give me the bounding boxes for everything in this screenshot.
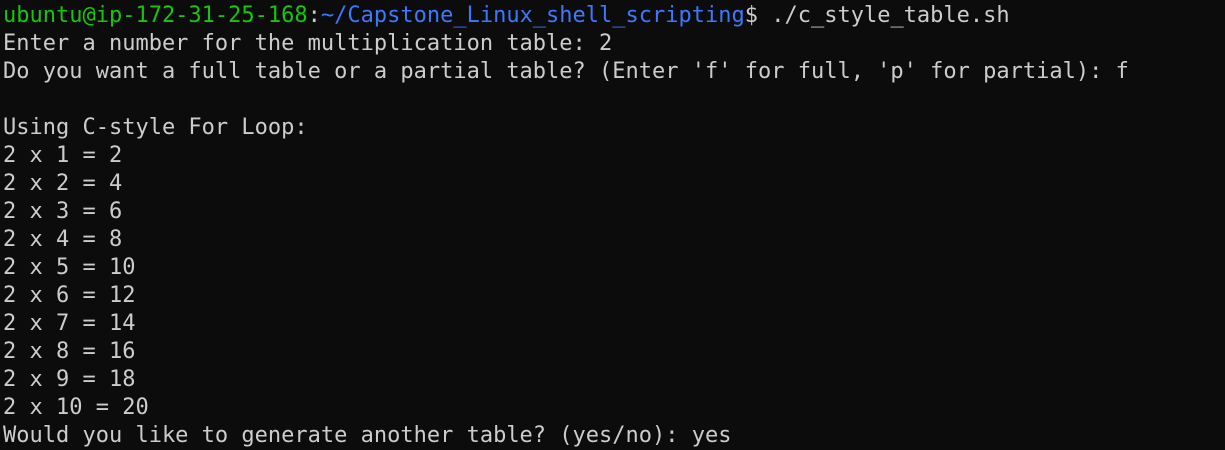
prompt-path: ~/Capstone_Linux_shell_scripting — [320, 3, 745, 28]
prompt-user-host: ubuntu@ip-172-31-25-168 — [3, 3, 308, 28]
number-input-prompt: Enter a number for the multiplication ta… — [3, 31, 600, 56]
again-prompt: Would you like to generate another table… — [3, 423, 692, 448]
loop-heading: Using C-style For Loop: — [3, 115, 308, 140]
table-row: 2 x 8 = 16 — [3, 339, 136, 364]
table-row: 2 x 9 = 18 — [3, 367, 136, 392]
number-input-value: 2 — [599, 31, 613, 56]
table-row: 2 x 2 = 4 — [3, 171, 123, 196]
table-type-value: f — [1115, 59, 1129, 84]
table-row: 2 x 6 = 12 — [3, 283, 136, 308]
table-row: 2 x 1 = 2 — [3, 143, 123, 168]
table-row: 2 x 5 = 10 — [3, 255, 136, 280]
prompt-colon: : — [307, 3, 321, 28]
prompt-line: ubuntu@ip-172-31-25-168:~/Capstone_Linux… — [3, 2, 1225, 30]
terminal-window[interactable]: ubuntu@ip-172-31-25-168:~/Capstone_Linux… — [0, 0, 1225, 450]
command-text: ./c_style_table.sh — [771, 3, 1010, 28]
prompt-symbol: $ — [744, 3, 772, 28]
table-row: 2 x 7 = 14 — [3, 311, 136, 336]
table-type-prompt: Do you want a full table or a partial ta… — [3, 59, 1116, 84]
number-input-line: Enter a number for the multiplication ta… — [3, 30, 1225, 58]
table-row: 2 x 3 = 6 — [3, 199, 123, 224]
again-value: yes — [691, 423, 732, 448]
table-type-line: Do you want a full table or a partial ta… — [3, 58, 1225, 86]
table-row: 2 x 4 = 8 — [3, 227, 123, 252]
again-line: Would you like to generate another table… — [3, 422, 1225, 450]
table-row: 2 x 10 = 20 — [3, 395, 149, 420]
